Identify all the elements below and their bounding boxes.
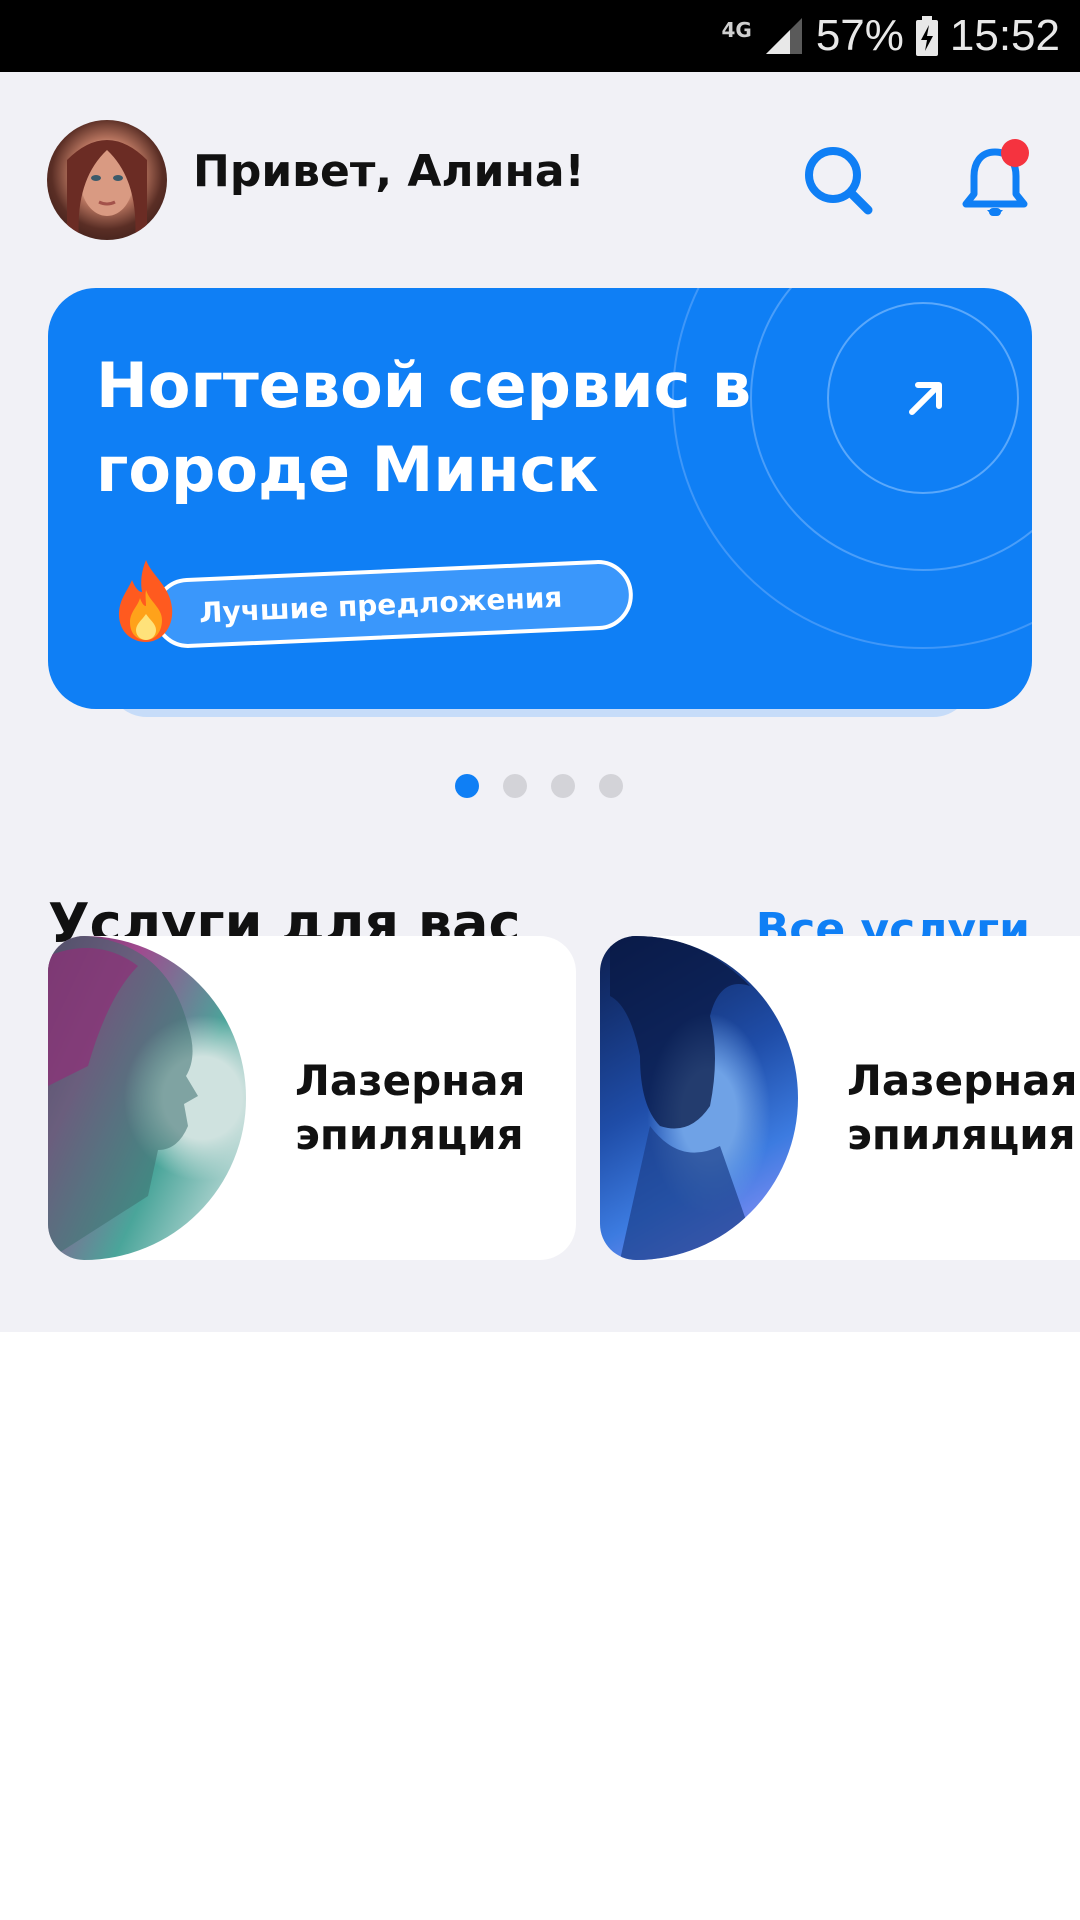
notifications-button[interactable] [960, 138, 1030, 222]
carousel-dot[interactable] [455, 774, 479, 798]
fire-icon [118, 560, 173, 642]
network-type: 4G [721, 18, 752, 42]
service-photo [600, 936, 798, 1260]
carousel-dot[interactable] [551, 774, 575, 798]
service-photo [48, 936, 246, 1260]
man-portrait-icon [610, 936, 760, 1260]
best-offers-label: Лучшие предложения [198, 580, 563, 629]
carousel-indicators [455, 774, 623, 798]
service-card[interactable]: Лазерная эпиляция [48, 936, 576, 1260]
greeting: Привет, Алина! [193, 146, 585, 197]
notification-dot-icon [1001, 139, 1029, 167]
status-bar: 4G 57% 15:52 [0, 0, 1080, 72]
carousel-dot[interactable] [503, 774, 527, 798]
promo-banner[interactable]: Ногтевой сервис в городе Минск Лучшие пр… [48, 288, 1032, 709]
avatar[interactable] [47, 120, 167, 240]
service-name: Лазерная эпиляция [295, 1056, 526, 1159]
service-card[interactable]: Лазерная эпиляция [600, 936, 1080, 1260]
status-indicators: 4G 57% 15:52 [721, 0, 1060, 72]
battery-percent: 57% [815, 11, 904, 60]
carousel-dot[interactable] [599, 774, 623, 798]
search-icon [805, 147, 873, 215]
signal-icon [765, 18, 802, 54]
clock: 15:52 [949, 11, 1060, 60]
service-name: Лазерная эпиляция [847, 1056, 1078, 1159]
services-carousel[interactable]: Лазерная эпиляция Лазерная эпиляция [0, 936, 1080, 1260]
banner-title: Ногтевой сервис в городе Минск [96, 349, 752, 506]
battery-charging-icon [915, 16, 938, 56]
avatar-face-icon [67, 140, 147, 240]
arrow-up-right-icon[interactable] [896, 368, 956, 428]
woman-profile-icon [48, 936, 198, 1260]
search-button[interactable] [800, 142, 876, 218]
